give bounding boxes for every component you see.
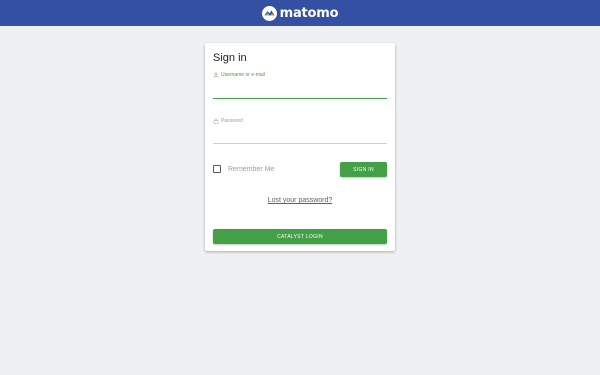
matomo-logo[interactable]: matomo (261, 5, 339, 21)
login-title: Sign in (213, 52, 247, 64)
person-icon (213, 72, 219, 78)
password-label-row: Password (213, 118, 387, 124)
logo-text: matomo (279, 5, 339, 21)
remember-me-checkbox[interactable] (213, 165, 221, 173)
username-label-row: Username or e-mail (213, 72, 387, 78)
lost-password-link[interactable]: Lost your password? (205, 197, 395, 204)
password-label: Password (221, 118, 243, 124)
matomo-logo-icon (261, 5, 277, 21)
lock-icon (213, 118, 219, 124)
password-field[interactable]: Password (213, 118, 387, 144)
login-card: Sign in Username or e-mail Password Reme… (205, 43, 395, 251)
catalyst-login-button[interactable]: CATALYST LOGIN (213, 229, 387, 244)
username-label: Username or e-mail (221, 72, 265, 78)
remember-me-row[interactable]: Remember Me (213, 165, 274, 173)
top-header-bar: matomo (0, 0, 600, 26)
password-input-underline[interactable] (213, 143, 387, 144)
username-input-underline[interactable] (213, 98, 387, 99)
username-field[interactable]: Username or e-mail (213, 72, 387, 99)
remember-me-label[interactable]: Remember Me (228, 166, 274, 173)
sign-in-button[interactable]: SIGN IN (340, 162, 387, 177)
